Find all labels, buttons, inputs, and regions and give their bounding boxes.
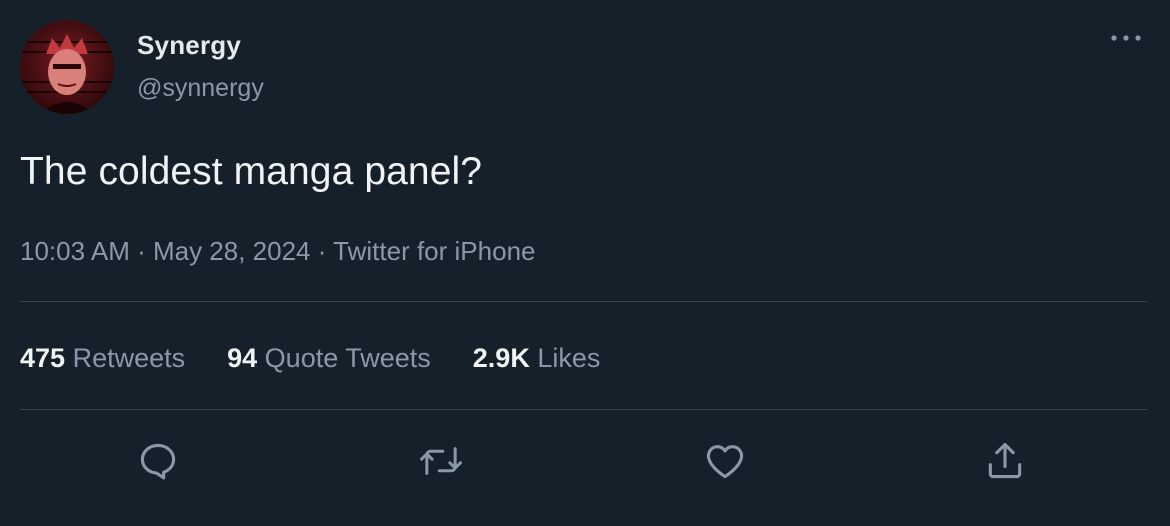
meta-separator: · — [310, 236, 334, 266]
tweet-date[interactable]: May 28, 2024 — [153, 236, 311, 266]
quote-tweets-stat[interactable]: 94 Quote Tweets — [227, 343, 431, 374]
likes-count: 2.9K — [472, 343, 530, 373]
tweet-metadata: 10:03 AM · May 28, 2024 · Twitter for iP… — [20, 236, 535, 267]
quote-tweets-count: 94 — [227, 343, 258, 373]
share-button[interactable] — [982, 438, 1028, 484]
retweets-label: Retweets — [65, 343, 186, 373]
meta-separator: · — [129, 236, 153, 266]
likes-stat[interactable]: 2.9K Likes — [473, 343, 601, 374]
retweet-button[interactable] — [418, 438, 464, 484]
reply-icon — [140, 443, 176, 480]
user-handle[interactable]: @synnergy — [137, 74, 264, 103]
tweet-text: The coldest manga panel? — [20, 150, 483, 193]
divider — [20, 409, 1147, 410]
retweets-count: 475 — [20, 343, 66, 373]
avatar[interactable] — [20, 20, 114, 114]
quote-tweets-label: Quote Tweets — [257, 343, 431, 373]
reply-button[interactable] — [135, 438, 181, 484]
tweet-source[interactable]: Twitter for iPhone — [333, 236, 535, 266]
retweets-stat[interactable]: 475 Retweets — [20, 343, 185, 374]
display-name[interactable]: Synergy — [137, 30, 241, 61]
tweet-card: Synergy @synnergy The coldest manga pane… — [0, 0, 1170, 526]
likes-label: Likes — [529, 343, 601, 373]
more-options-icon[interactable] — [1108, 26, 1144, 50]
divider — [20, 301, 1147, 302]
like-button[interactable] — [702, 438, 748, 484]
share-icon — [988, 442, 1022, 479]
avatar-image — [20, 20, 114, 114]
retweet-icon — [420, 447, 462, 475]
tweet-time[interactable]: 10:03 AM — [20, 236, 130, 266]
engagement-stats: 475 Retweets 94 Quote Tweets 2.9K Likes — [20, 343, 642, 374]
like-heart-icon — [706, 445, 744, 479]
